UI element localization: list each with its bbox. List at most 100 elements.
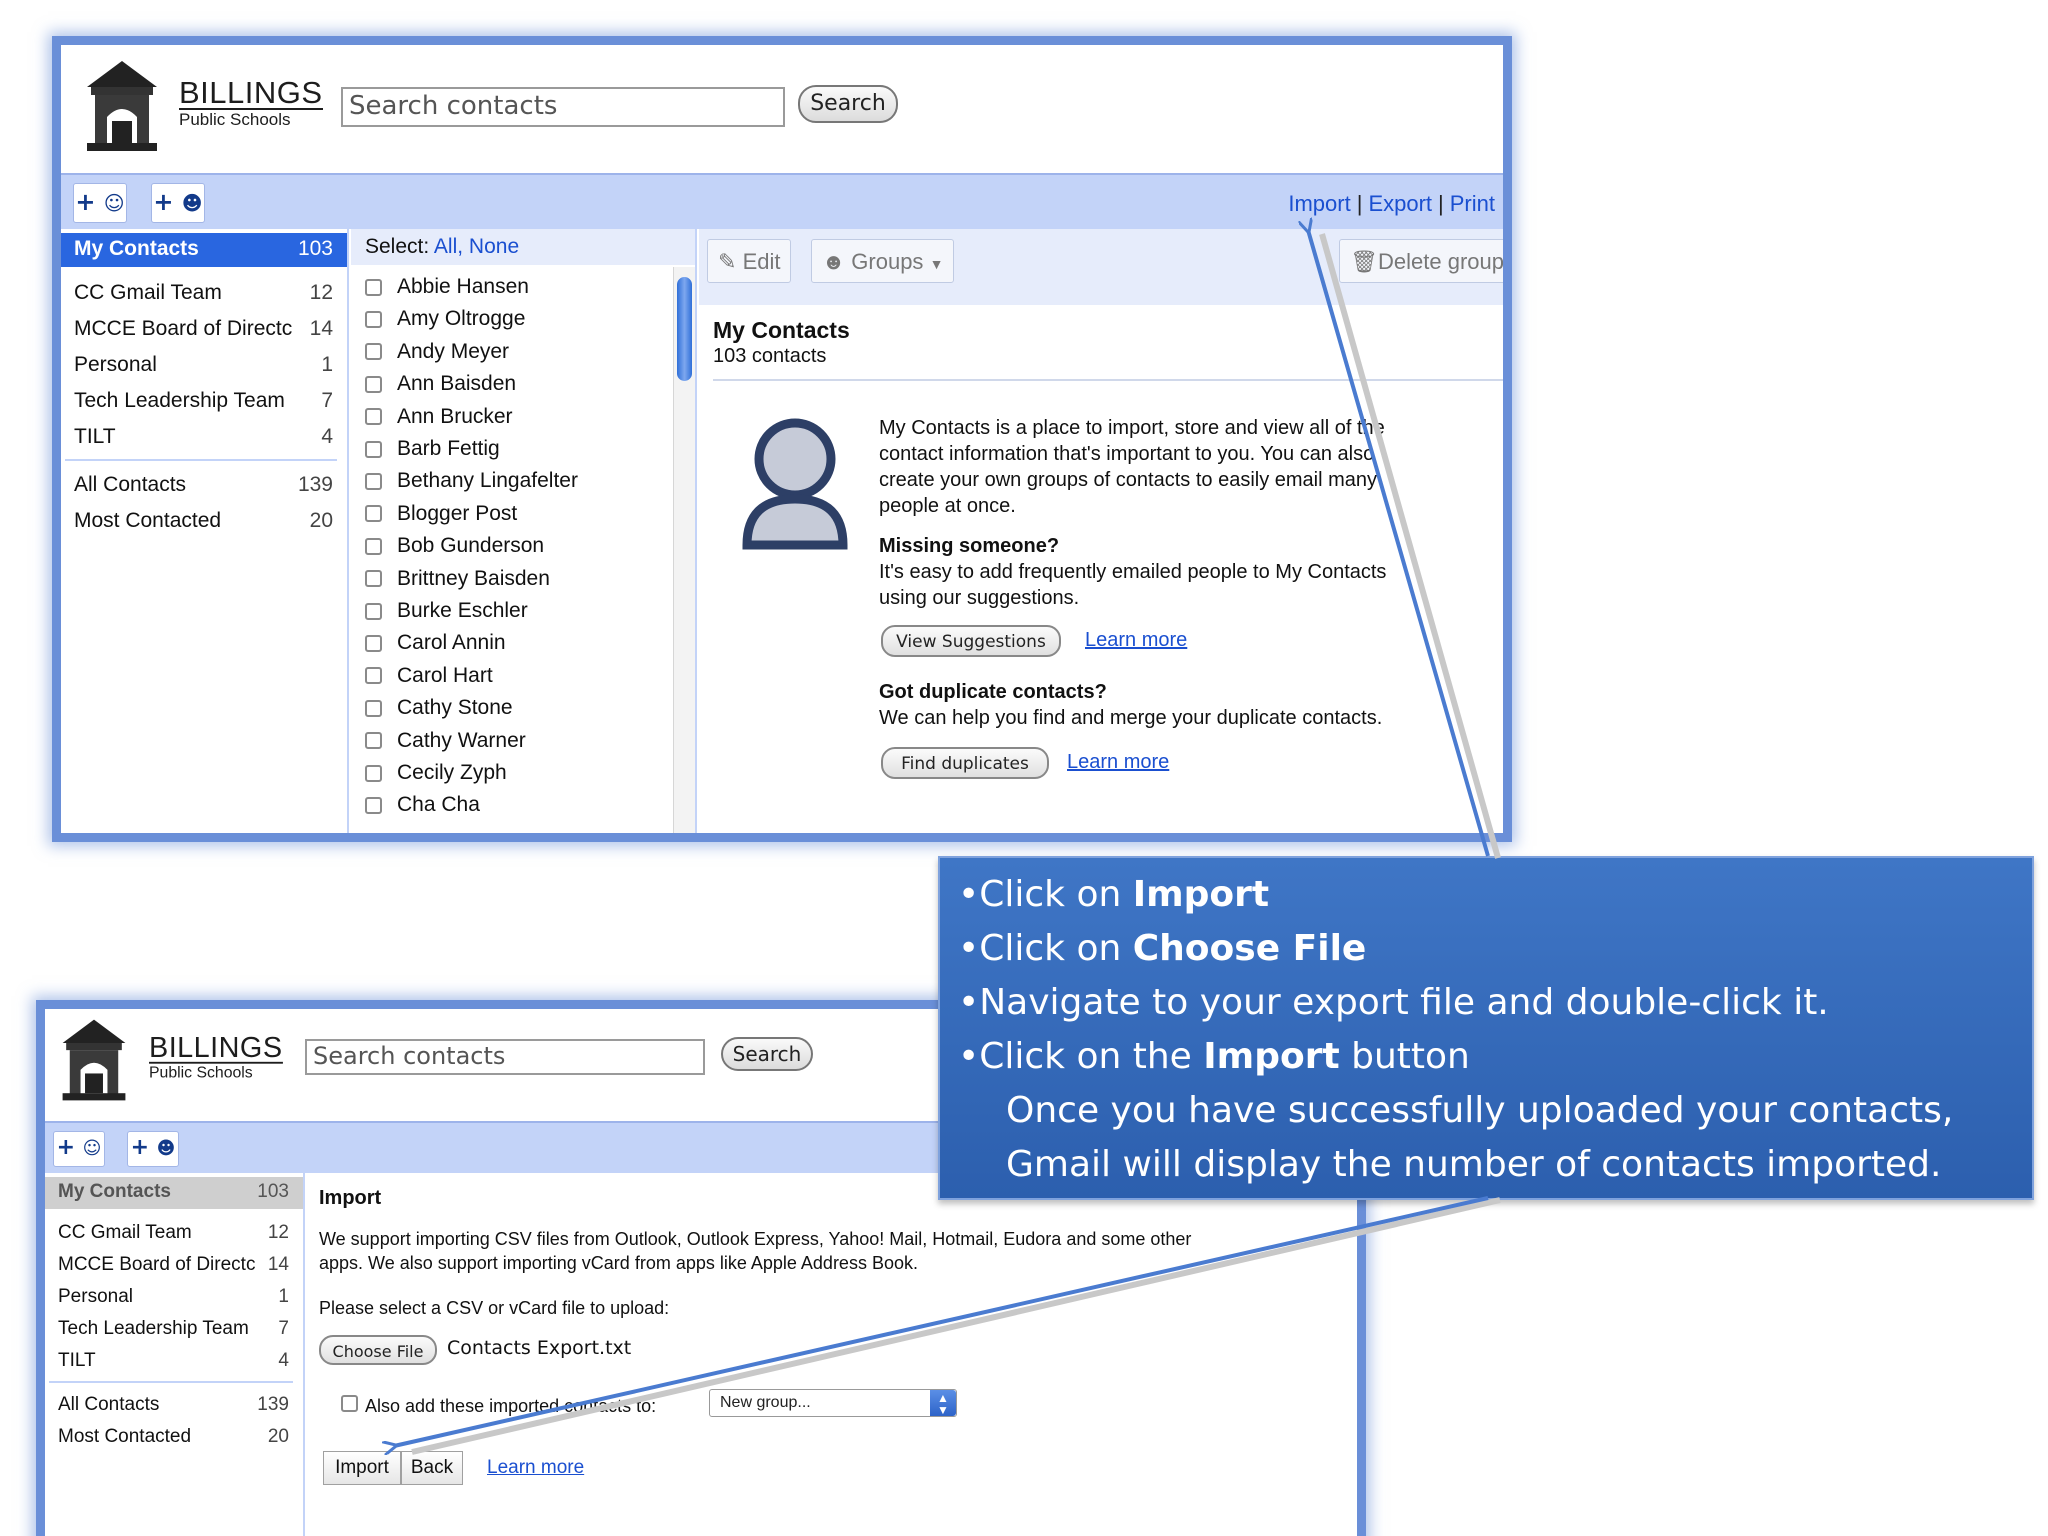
search-button[interactable]: Search <box>798 85 898 123</box>
contact-name[interactable]: Barb Fettig <box>397 437 500 461</box>
contact-row[interactable]: Ann Brucker <box>365 405 513 429</box>
learn-more-link[interactable]: Learn more <box>1085 629 1187 652</box>
sidebar-item-all-contacts[interactable]: All Contacts 139 <box>61 467 347 501</box>
sidebar-item-group[interactable]: MCCE Board of Directc 14 <box>45 1249 303 1281</box>
also-add-checkbox[interactable] <box>341 1395 358 1412</box>
contact-row[interactable]: Bethany Lingafelter <box>365 469 578 493</box>
sidebar-item-my-contacts[interactable]: My Contacts 103 <box>61 233 347 267</box>
search-button[interactable]: Search <box>721 1037 813 1071</box>
contact-name[interactable]: Cha Cha <box>397 793 480 817</box>
sidebar-item-group[interactable]: Tech Leadership Team 7 <box>61 383 347 417</box>
contact-name[interactable]: Cecily Zyph <box>397 761 507 785</box>
contact-checkbox[interactable] <box>365 537 382 555</box>
add-group-button[interactable]: + ☻ <box>151 183 205 223</box>
contact-row[interactable]: Cha Cha <box>365 793 480 817</box>
contact-row[interactable]: Burke Eschler <box>365 599 528 623</box>
contact-row[interactable]: Andy Meyer <box>365 340 509 364</box>
new-group-select[interactable]: New group... ▲ ▼ <box>709 1389 957 1417</box>
contact-name[interactable]: Cathy Warner <box>397 729 526 753</box>
contact-checkbox[interactable] <box>365 732 382 750</box>
contact-checkbox[interactable] <box>365 796 382 814</box>
contact-name[interactable]: Burke Eschler <box>397 599 528 623</box>
sidebar-item-group[interactable]: Tech Leadership Team 7 <box>45 1313 303 1345</box>
contact-name[interactable]: Carol Hart <box>397 664 493 688</box>
sidebar-item-most-contacted[interactable]: Most Contacted 20 <box>45 1421 303 1453</box>
export-link[interactable]: Export <box>1368 191 1432 216</box>
contact-checkbox[interactable] <box>365 278 382 296</box>
contact-name[interactable]: Bethany Lingafelter <box>397 469 578 493</box>
contact-name[interactable]: Blogger Post <box>397 502 517 526</box>
contact-row[interactable]: Amy Oltrogge <box>365 307 525 331</box>
sidebar-item-my-contacts[interactable]: My Contacts 103 <box>45 1177 303 1209</box>
contact-name[interactable]: Cathy Stone <box>397 696 513 720</box>
contact-name[interactable]: Carol Annin <box>397 631 506 655</box>
search-input[interactable]: Search contacts <box>305 1039 705 1075</box>
scrollbar-thumb[interactable] <box>677 277 692 381</box>
contact-name[interactable]: Amy Oltrogge <box>397 307 525 331</box>
back-button[interactable]: Back <box>401 1451 463 1485</box>
learn-more-link[interactable]: Learn more <box>487 1457 584 1479</box>
contact-checkbox[interactable] <box>365 310 382 328</box>
contact-name[interactable]: Ann Baisden <box>397 372 516 396</box>
sidebar-item-group[interactable]: Personal 1 <box>45 1281 303 1313</box>
contact-checkbox[interactable] <box>365 505 382 523</box>
add-contact-button[interactable]: + ☺ <box>73 183 127 223</box>
contact-checkbox[interactable] <box>365 602 382 620</box>
sidebar-item-group[interactable]: CC Gmail Team 12 <box>61 275 347 309</box>
view-suggestions-button[interactable]: View Suggestions <box>881 625 1061 657</box>
import-link[interactable]: Import <box>1288 191 1350 216</box>
sidebar-item-count: 12 <box>267 1222 289 1243</box>
delete-group-button[interactable]: 🗑Delete group <box>1339 239 1503 283</box>
sidebar-item-group[interactable]: CC Gmail Team 12 <box>45 1217 303 1249</box>
sidebar-item-group[interactable]: TILT 4 <box>45 1345 303 1377</box>
groups-button[interactable]: ☻ Groups ▼ <box>811 239 955 283</box>
contact-row[interactable]: Cathy Stone <box>365 696 513 720</box>
find-duplicates-button[interactable]: Find duplicates <box>881 747 1049 779</box>
pencil-icon: ✎ <box>718 249 737 274</box>
contact-row[interactable]: Bob Gunderson <box>365 534 544 558</box>
contact-checkbox[interactable] <box>365 343 382 361</box>
contact-row[interactable]: Ann Baisden <box>365 372 516 396</box>
contact-name[interactable]: Ann Brucker <box>397 405 513 429</box>
import-button[interactable]: Import <box>323 1451 401 1485</box>
contact-checkbox[interactable] <box>365 764 382 782</box>
contact-name[interactable]: Andy Meyer <box>397 340 509 364</box>
contact-row[interactable]: Brittney Baisden <box>365 567 550 591</box>
add-contact-button[interactable]: + ☺ <box>53 1131 105 1167</box>
select-none-link[interactable]: None <box>469 235 519 258</box>
contact-row[interactable]: Cathy Warner <box>365 729 526 753</box>
contact-checkbox[interactable] <box>365 440 382 458</box>
contact-row[interactable]: Cecily Zyph <box>365 761 507 785</box>
sidebar-item-all-contacts[interactable]: All Contacts 139 <box>45 1389 303 1421</box>
contact-name[interactable]: Abbie Hansen <box>397 275 529 299</box>
sidebar-item-group[interactable]: TILT 4 <box>61 419 347 453</box>
contact-row[interactable]: Abbie Hansen <box>365 275 529 299</box>
search-input[interactable]: Search contacts <box>341 87 785 127</box>
contact-row[interactable]: Blogger Post <box>365 502 517 526</box>
select-all-link[interactable]: All, <box>434 235 463 258</box>
contact-checkbox[interactable] <box>365 472 382 490</box>
add-group-button[interactable]: + ☻ <box>127 1131 179 1167</box>
contact-row[interactable]: Carol Annin <box>365 631 506 655</box>
print-link[interactable]: Print <box>1450 191 1495 216</box>
contact-checkbox[interactable] <box>365 634 382 652</box>
learn-more-link[interactable]: Learn more <box>1067 751 1169 774</box>
contact-name[interactable]: Bob Gunderson <box>397 534 544 558</box>
sidebar-item-group[interactable]: MCCE Board of Directc 14 <box>61 311 347 345</box>
sidebar-item-group[interactable]: Personal 1 <box>61 347 347 381</box>
sidebar-item-most-contacted[interactable]: Most Contacted 20 <box>61 503 347 537</box>
contact-checkbox[interactable] <box>365 570 382 588</box>
contact-checkbox[interactable] <box>365 699 382 717</box>
choose-file-button[interactable]: Choose File <box>319 1335 437 1365</box>
contact-row[interactable]: Barb Fettig <box>365 437 500 461</box>
missing-line: using our suggestions. <box>879 587 1080 609</box>
contact-row[interactable]: Carol Hart <box>365 664 493 688</box>
edit-button[interactable]: ✎ Edit <box>707 239 792 283</box>
also-add-label: Also add these imported contacts to: <box>365 1396 657 1416</box>
sidebar-item-label: TILT <box>58 1350 96 1371</box>
contact-name[interactable]: Brittney Baisden <box>397 567 550 591</box>
contact-list-scrollbar[interactable] <box>673 267 695 833</box>
contact-checkbox[interactable] <box>365 667 382 685</box>
contact-checkbox[interactable] <box>365 408 382 426</box>
contact-checkbox[interactable] <box>365 375 382 393</box>
